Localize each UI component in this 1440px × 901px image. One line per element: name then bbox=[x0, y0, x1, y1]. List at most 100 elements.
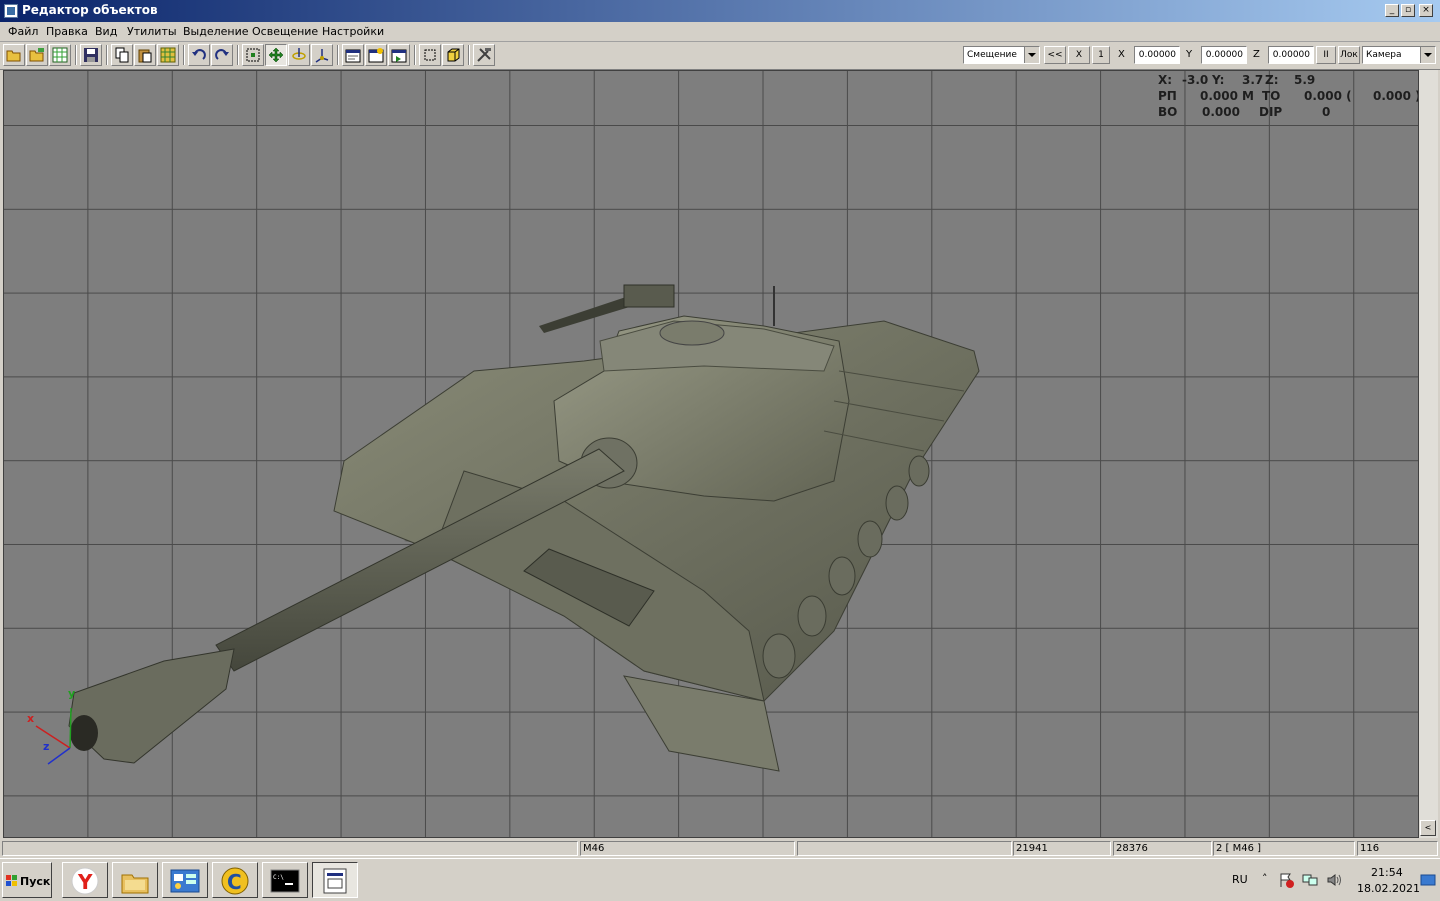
rotate-tool-button[interactable] bbox=[288, 44, 310, 66]
dashed-box-icon bbox=[424, 49, 436, 61]
scroll-arrow-icon[interactable]: < bbox=[1420, 820, 1436, 836]
menu-utilities[interactable]: Утилиты bbox=[127, 25, 177, 38]
y-coord-input[interactable]: 0.00000 bbox=[1201, 46, 1247, 64]
rotate-icon bbox=[292, 48, 306, 60]
tools-button[interactable] bbox=[473, 44, 495, 66]
folder-open-icon bbox=[6, 50, 21, 62]
paste-button[interactable] bbox=[134, 44, 156, 66]
axis-x-toggle[interactable]: X bbox=[1068, 46, 1090, 64]
axis-z-label: z bbox=[43, 740, 50, 753]
command-prompt-icon: C:\ bbox=[270, 869, 300, 893]
toolbar-separator bbox=[237, 45, 239, 65]
taskbar: Пуск Y C C:\ RU ˄ 21:54 18.02.2021 bbox=[0, 858, 1440, 901]
save-button[interactable] bbox=[80, 44, 102, 66]
menu-selection[interactable]: Выделение bbox=[183, 25, 249, 38]
camera-select[interactable]: Камера bbox=[1362, 46, 1436, 64]
system-tray: RU ˄ 21:54 18.02.2021 bbox=[1224, 862, 1438, 898]
redo-icon bbox=[215, 49, 229, 60]
language-indicator[interactable]: RU bbox=[1232, 873, 1248, 886]
palette-button[interactable] bbox=[157, 44, 179, 66]
toolbar-separator bbox=[414, 45, 416, 65]
file-explorer-icon bbox=[121, 874, 149, 894]
redo-button[interactable] bbox=[211, 44, 233, 66]
viewport-scrollbar[interactable]: < bbox=[1419, 70, 1438, 838]
editor-window-icon bbox=[323, 868, 347, 894]
open-recent-button[interactable] bbox=[26, 44, 48, 66]
axis-y-line bbox=[69, 707, 72, 749]
close-button[interactable]: × bbox=[1419, 4, 1433, 17]
open-folder-button[interactable] bbox=[3, 44, 25, 66]
new-window-button[interactable] bbox=[365, 44, 387, 66]
copy-button[interactable] bbox=[111, 44, 133, 66]
axis-x-line bbox=[35, 725, 71, 749]
status-bar: M46 21941 28376 2 [ M46 ] 116 bbox=[0, 840, 1440, 857]
minimize-button[interactable]: _ bbox=[1385, 4, 1399, 17]
properties-button[interactable] bbox=[342, 44, 364, 66]
flag-alert-icon[interactable] bbox=[1278, 872, 1294, 888]
step-back-button[interactable]: << bbox=[1044, 46, 1066, 64]
menu-view[interactable]: Вид bbox=[95, 25, 117, 38]
network-icon[interactable] bbox=[1302, 872, 1318, 888]
svg-text:Y: Y bbox=[77, 870, 93, 894]
start-label: Пуск bbox=[20, 875, 51, 888]
clock-time[interactable]: 21:54 bbox=[1371, 866, 1403, 879]
menu-bar: Файл Правка Вид Утилиты Выделение Освеще… bbox=[0, 22, 1440, 42]
menu-lighting[interactable]: Освещение bbox=[252, 25, 318, 38]
pause-button[interactable]: II bbox=[1316, 46, 1336, 64]
transform-mode-select[interactable]: Смещение bbox=[963, 46, 1040, 64]
menu-edit[interactable]: Правка bbox=[46, 25, 88, 38]
status-pane-count: 116 bbox=[1357, 841, 1438, 856]
toolbar: Смещение << X 1 X 0.00000 Y 0.00000 Z 0.… bbox=[0, 42, 1440, 70]
title-bar: Редактор объектов _ ▫ × bbox=[0, 0, 1440, 22]
x-coord-label: X bbox=[1118, 49, 1125, 60]
menu-settings[interactable]: Настройки bbox=[322, 25, 384, 38]
svg-text:C:\: C:\ bbox=[273, 874, 284, 881]
x-coord-input[interactable]: 0.00000 bbox=[1134, 46, 1180, 64]
tray-expand-icon[interactable]: ˄ bbox=[1262, 872, 1268, 885]
show-desktop-icon[interactable] bbox=[1420, 872, 1436, 888]
axis-gizmo bbox=[35, 707, 72, 765]
taskbar-explorer[interactable] bbox=[112, 862, 158, 898]
camera-value: Камера bbox=[1366, 50, 1402, 60]
taskbar-object-editor[interactable] bbox=[312, 862, 358, 898]
toolbar-separator bbox=[106, 45, 108, 65]
app-c-icon: C bbox=[221, 867, 249, 895]
z-coord-input[interactable]: 0.00000 bbox=[1268, 46, 1314, 64]
maximize-button[interactable]: ▫ bbox=[1401, 4, 1415, 17]
axis-y-label: y bbox=[68, 687, 76, 700]
start-button[interactable]: Пуск bbox=[2, 862, 52, 898]
taskbar-yandex-browser[interactable]: Y bbox=[62, 862, 108, 898]
hammer-wrench-icon bbox=[477, 48, 491, 62]
clock-date[interactable]: 18.02.2021 bbox=[1357, 882, 1420, 895]
status-pane-main bbox=[2, 841, 578, 856]
svg-text:C: C bbox=[227, 870, 242, 894]
status-pane-object: M46 bbox=[580, 841, 795, 856]
toolbar-separator bbox=[183, 45, 185, 65]
taskbar-command-prompt[interactable]: C:\ bbox=[262, 862, 308, 898]
move-tool-button[interactable] bbox=[265, 44, 287, 66]
volume-icon[interactable] bbox=[1326, 872, 1342, 888]
paste-icon bbox=[138, 49, 152, 63]
chevron-down-icon[interactable] bbox=[1024, 47, 1039, 63]
window-options-button[interactable] bbox=[388, 44, 410, 66]
window-title: Редактор объектов bbox=[22, 3, 158, 17]
cube-button[interactable] bbox=[442, 44, 464, 66]
undo-icon bbox=[192, 49, 206, 60]
menu-file[interactable]: Файл bbox=[8, 25, 38, 38]
3d-viewport[interactable]: X: -3.0 Y: 3.7 Z: 5.9 РП 0.000 М ТО 0.00… bbox=[3, 70, 1419, 838]
select-tool-button[interactable] bbox=[242, 44, 264, 66]
taskbar-app-c[interactable]: C bbox=[212, 862, 258, 898]
y-coord-label: Y bbox=[1186, 49, 1193, 60]
grid-button[interactable] bbox=[49, 44, 71, 66]
tank-model[interactable] bbox=[4, 71, 1418, 837]
step-one-button[interactable]: 1 bbox=[1092, 46, 1110, 64]
scale-tool-button[interactable] bbox=[311, 44, 333, 66]
bounding-box-button[interactable] bbox=[419, 44, 441, 66]
chevron-down-icon[interactable] bbox=[1420, 47, 1435, 63]
floppy-save-icon bbox=[84, 48, 98, 62]
folder-recent-icon bbox=[29, 48, 44, 62]
palette-grid-icon bbox=[160, 47, 176, 63]
taskbar-control-panel[interactable] bbox=[162, 862, 208, 898]
local-toggle[interactable]: Лок bbox=[1338, 46, 1360, 64]
undo-button[interactable] bbox=[188, 44, 210, 66]
